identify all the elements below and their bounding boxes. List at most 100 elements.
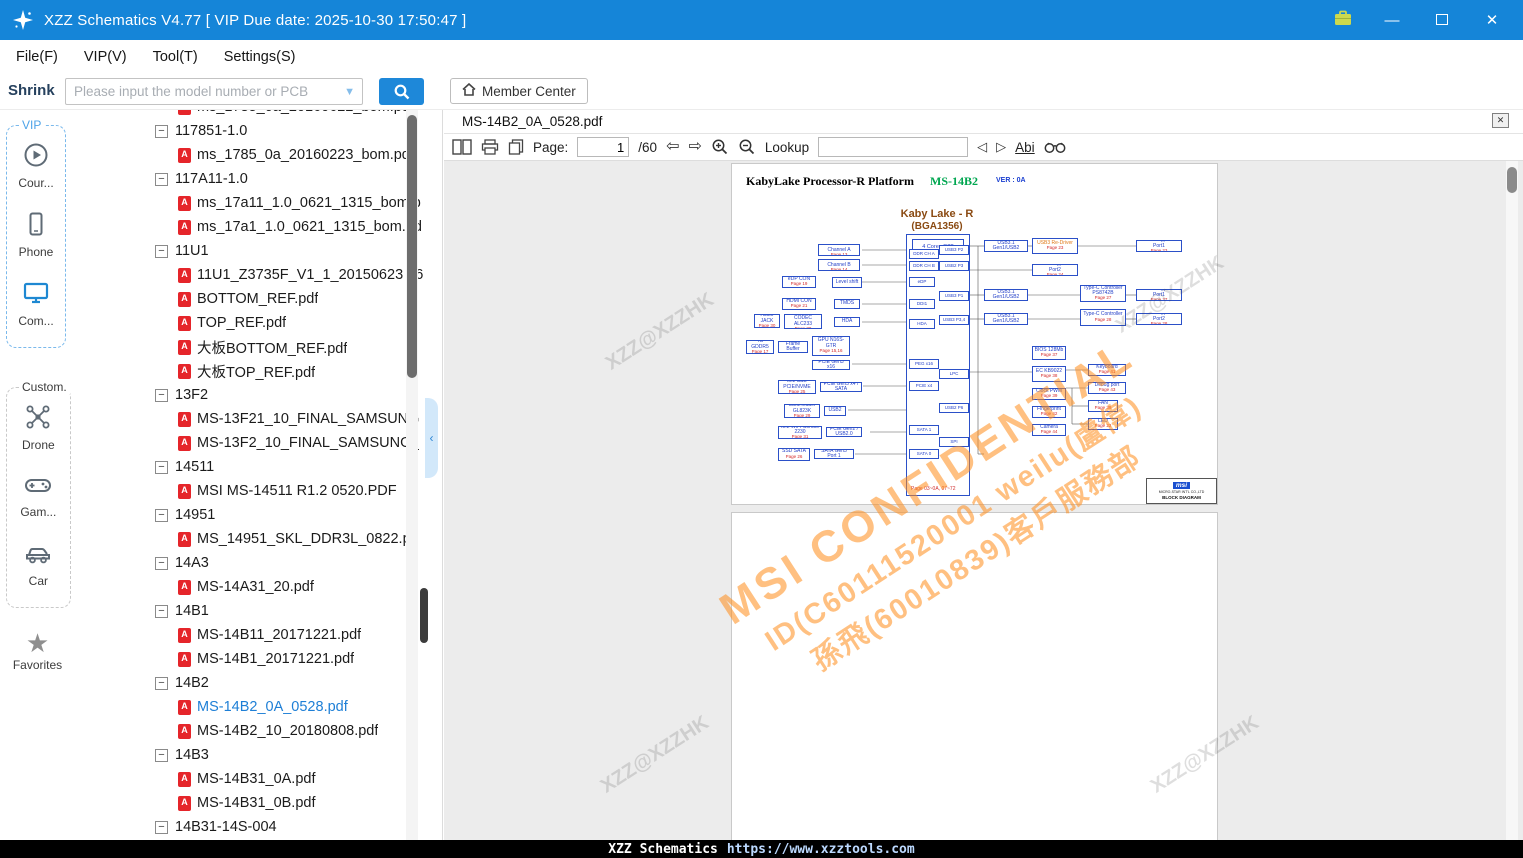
tree-group-row[interactable]: −14511	[75, 455, 442, 479]
menu-item-vipv[interactable]: VIP(V)	[84, 49, 127, 65]
tree-group-row[interactable]: −11U1	[75, 239, 442, 263]
lookup-label: Lookup	[764, 139, 810, 155]
cpu-stub: DDI1	[909, 299, 935, 309]
tree-file-row[interactable]: BOTTOM_REF.pdf	[75, 287, 442, 311]
sidebar-item-phone[interactable]: Phone	[19, 211, 53, 259]
tree-file-row[interactable]: MS-14A31_20.pdf	[75, 575, 442, 599]
document-tab[interactable]: MS-14B2_0A_0528.pdf	[444, 114, 602, 129]
find-next-icon[interactable]: ▷	[996, 139, 1006, 155]
print-icon[interactable]	[481, 139, 499, 155]
search-input[interactable]	[66, 84, 345, 99]
tree-group-row[interactable]: −14B3	[75, 743, 442, 767]
menu-item-filef[interactable]: File(F)	[16, 49, 58, 65]
schematic-box-label: USB3.1 Gen1/USB2	[992, 313, 1020, 324]
maximize-button[interactable]	[1431, 12, 1453, 29]
tree-file-row[interactable]: TOP_REF.pdf	[75, 311, 442, 335]
search-button[interactable]	[379, 78, 424, 105]
collapse-icon[interactable]: −	[155, 388, 168, 402]
schematic-box-label: PCIE Gen3 x4 / SATA	[823, 382, 859, 392]
collapse-icon[interactable]: −	[155, 676, 168, 690]
collapse-icon[interactable]: −	[155, 460, 168, 474]
tree-file-row[interactable]: MS-14B2_10_20180808.pdf	[75, 719, 442, 743]
tree-file-row[interactable]: 11U1_Z3735F_V1_1_20150623 16	[75, 263, 442, 287]
tree-group-row[interactable]: −13F2	[75, 383, 442, 407]
search-box[interactable]: ▼	[65, 78, 363, 105]
tree-file-row[interactable]: MS-14B11_20171221.pdf	[75, 623, 442, 647]
collapse-icon[interactable]: −	[155, 244, 168, 258]
sidebar-item-drone[interactable]: Drone	[22, 404, 55, 452]
chevron-down-icon[interactable]: ▼	[344, 86, 362, 98]
collapse-icon[interactable]: −	[155, 124, 168, 138]
schematic-box: EC KB9022 Page 38	[1032, 366, 1066, 382]
tree-file-row[interactable]: ms_1785_0a_20160622_bom.pdf	[75, 110, 442, 119]
two-page-view-icon[interactable]	[452, 139, 472, 155]
tree-file-row[interactable]: 大板TOP_REF.pdf	[75, 359, 442, 383]
schematic-box: 4G GDDR5 Page 17	[746, 340, 774, 354]
menu-item-settingss[interactable]: Settings(S)	[224, 49, 296, 65]
copy-icon[interactable]	[508, 139, 524, 155]
collapse-icon[interactable]: −	[155, 556, 168, 570]
match-case-toggle[interactable]: Abi	[1015, 140, 1035, 155]
schematic-box: TMDS	[834, 299, 860, 309]
sidebar-item-game[interactable]: Gam...	[20, 473, 56, 519]
sidebar-item-course[interactable]: Cour...	[18, 142, 54, 190]
schematic-box-label: TMDS	[839, 300, 855, 307]
tree-scrollbar[interactable]	[406, 110, 418, 840]
viewer-scrollbar[interactable]	[1506, 161, 1518, 840]
tree-file-row[interactable]: ms_17a11_1.0_0621_1315_bom.p	[75, 191, 442, 215]
tree-group-row[interactable]: −14A3	[75, 551, 442, 575]
briefcase-icon[interactable]	[1333, 9, 1353, 32]
tree-file-row[interactable]: MS_14951_SKL_DDR3L_0822.pd	[75, 527, 442, 551]
tree-file-row[interactable]: MS-14B2_0A_0528.pdf	[75, 695, 442, 719]
lookup-input[interactable]	[818, 137, 969, 157]
schematic-box: USB3.1 Gen1/USB2	[984, 313, 1028, 325]
tree-file-row[interactable]: ms_17a1_1.0_0621_1315_bom.pd	[75, 215, 442, 239]
tree-group-row[interactable]: −14B2	[75, 671, 442, 695]
page-ref: Page 26	[785, 453, 803, 459]
zoom-in-icon[interactable]	[711, 138, 729, 156]
tree-file-row[interactable]: MS-13F21_10_FINAL_SAMSUNG	[75, 407, 442, 431]
next-page-icon[interactable]: ⇨	[688, 139, 701, 155]
close-document-icon[interactable]: ✕	[1492, 113, 1509, 128]
sidebar-item-favorites[interactable]: ★ Favorites	[0, 630, 75, 672]
tree-item-label: MS-13F21_10_FINAL_SAMSUNG	[197, 411, 420, 427]
tree-item-label: MS-14B31_0A.pdf	[197, 771, 316, 787]
collapse-icon[interactable]: −	[155, 604, 168, 618]
sidebar-item-car[interactable]: Car	[24, 540, 52, 588]
tree-group-row[interactable]: −14B1	[75, 599, 442, 623]
tree-group-row[interactable]: −14B31-14S-004	[75, 815, 442, 839]
tree-group-row[interactable]: −117A11-1.0	[75, 167, 442, 191]
tree-file-row[interactable]: MS-14B31_0A.pdf	[75, 767, 442, 791]
tree-file-row[interactable]: MSI MS-14511 R1.2 0520.PDF	[75, 479, 442, 503]
panel-collapse-handle[interactable]: ‹	[425, 398, 438, 478]
tree-scrollbar-thumb[interactable]	[407, 115, 417, 378]
page-label: Page:	[533, 139, 569, 155]
collapse-icon[interactable]: −	[155, 748, 168, 762]
shrink-button[interactable]: Shrink	[8, 82, 55, 99]
tree-file-row[interactable]: 大板BOTTOM_REF.pdf	[75, 335, 442, 359]
tree-file-row[interactable]: MS-13F2_10_FINAL_SAMSUNG_	[75, 431, 442, 455]
collapse-icon[interactable]: −	[155, 172, 168, 186]
find-previous-icon[interactable]: ◁	[977, 139, 987, 155]
previous-page-icon[interactable]: ⇦	[666, 139, 679, 155]
collapse-icon[interactable]: −	[155, 508, 168, 522]
page-number-input[interactable]	[577, 137, 630, 157]
tree-group-row[interactable]: −117851-1.0	[75, 119, 442, 143]
tree-file-row[interactable]: MS-14B31_0B.pdf	[75, 791, 442, 815]
tree-group-row[interactable]: −14951	[75, 503, 442, 527]
close-button[interactable]: ✕	[1481, 11, 1503, 29]
member-center-button[interactable]: Member Center	[450, 78, 588, 104]
document-area: KabyLake Processor-R Platform MS-14B2 VE…	[444, 161, 1523, 840]
sidebar-item-computer[interactable]: Com...	[18, 280, 54, 328]
page-ref: Page 21	[790, 303, 808, 309]
zoom-out-icon[interactable]	[738, 138, 756, 156]
advanced-search-icon[interactable]	[1044, 140, 1066, 154]
tree-file-row[interactable]: MS-14B1_20171221.pdf	[75, 647, 442, 671]
viewer-scrollbar-thumb[interactable]	[1507, 167, 1517, 193]
collapse-icon[interactable]: −	[155, 820, 168, 834]
cpu-stub: USB3 P1	[939, 291, 969, 301]
inner-scrollbar-thumb[interactable]	[420, 588, 428, 643]
minimize-button[interactable]: —	[1381, 12, 1403, 29]
menu-item-toolt[interactable]: Tool(T)	[153, 49, 198, 65]
tree-file-row[interactable]: ms_1785_0a_20160223_bom.pdf	[75, 143, 442, 167]
